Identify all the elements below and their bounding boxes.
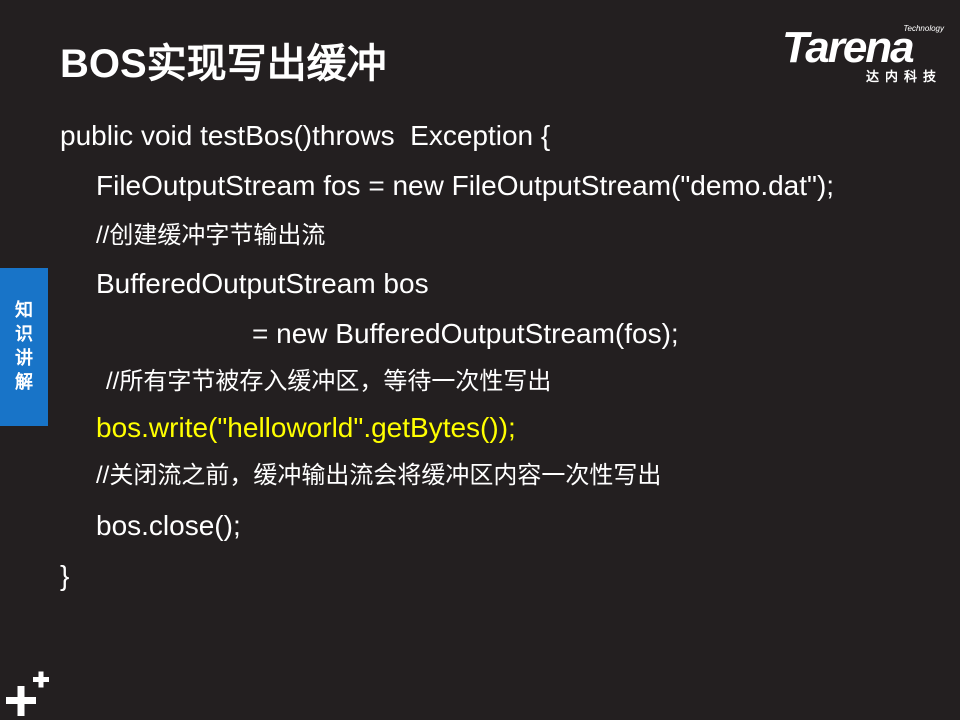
code-comment: //关闭流之前，缓冲输出流会将缓冲区内容一次性写出 — [96, 462, 662, 489]
code-line: public void testBos()throws Exception { — [60, 120, 551, 151]
side-tab-char: 知 — [15, 300, 33, 320]
side-tab-char: 讲 — [15, 348, 33, 368]
code-line: bos.close(); — [96, 510, 241, 541]
code-line: } — [60, 560, 70, 591]
knowledge-explanation-tab: 知 识 讲 解 — [0, 268, 48, 426]
slide: BOS实现写出缓冲 Technology Tarena 达内科技 知 识 讲 解… — [0, 0, 960, 720]
code-comment: //所有字节被存入缓冲区，等待一次性写出 — [106, 368, 552, 395]
side-tab-char: 解 — [15, 372, 33, 392]
tarena-logo: Technology Tarena 达内科技 — [782, 24, 948, 84]
plus-plus-icon — [6, 671, 49, 716]
logo-wordmark: Tarena — [782, 23, 915, 72]
code-comment: //创建缓冲字节输出流 — [96, 222, 326, 249]
side-tab-char: 识 — [15, 324, 33, 344]
code-line: FileOutputStream fos = new FileOutputStr… — [96, 170, 835, 201]
code-line: = new BufferedOutputStream(fos); — [252, 318, 679, 349]
logo-chinese-name: 达内科技 — [865, 69, 942, 84]
code-line-highlighted: bos.write("helloworld".getBytes()); — [96, 412, 516, 443]
code-line: BufferedOutputStream bos — [96, 268, 429, 299]
slide-title: BOS实现写出缓冲 — [60, 42, 387, 86]
side-tab-label: 知 识 讲 解 — [0, 298, 48, 394]
